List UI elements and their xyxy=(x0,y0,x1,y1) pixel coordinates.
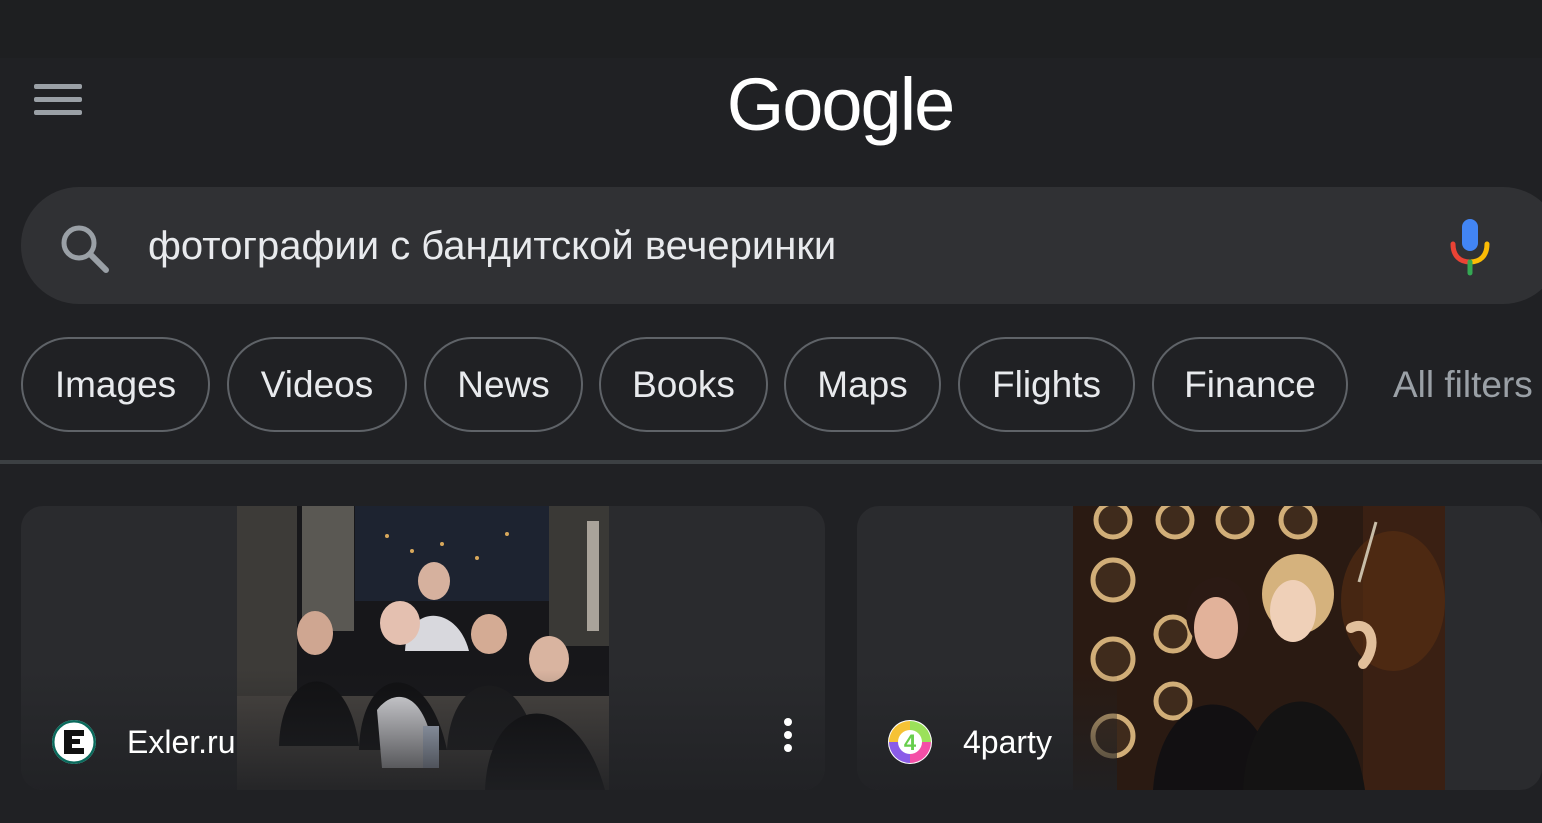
chip-flights[interactable]: Flights xyxy=(958,337,1135,432)
menu-icon[interactable] xyxy=(30,82,86,122)
menu-line xyxy=(34,97,82,102)
chip-finance[interactable]: Finance xyxy=(1152,337,1348,432)
result-image[interactable] xyxy=(1073,506,1445,790)
section-divider xyxy=(0,460,1542,464)
search-icon[interactable] xyxy=(58,222,112,276)
google-logo[interactable]: Google xyxy=(700,55,980,155)
filter-chips: Images Videos News Books Maps Flights Fi… xyxy=(21,337,1542,432)
image-result-card[interactable]: Exler.ru xyxy=(21,506,825,790)
menu-line xyxy=(34,84,82,89)
result-source[interactable]: 4party xyxy=(963,722,1052,762)
search-input[interactable]: фотографии с бандитской вечеринки xyxy=(148,218,836,274)
chip-maps[interactable]: Maps xyxy=(784,337,941,432)
more-options-icon[interactable] xyxy=(775,714,801,758)
chip-videos[interactable]: Videos xyxy=(227,337,407,432)
4party-favicon-icon: 4 xyxy=(888,720,932,764)
top-status-strip xyxy=(0,0,1542,58)
menu-line xyxy=(34,110,82,115)
all-filters-button[interactable]: All filters xyxy=(1393,337,1533,432)
result-source[interactable]: Exler.ru xyxy=(127,722,235,762)
svg-text:4: 4 xyxy=(904,730,917,755)
chip-books[interactable]: Books xyxy=(599,337,768,432)
image-result-card[interactable]: 4 4party xyxy=(857,506,1542,790)
google-mobile-results-page: Google фотографии с бандитской вечеринки… xyxy=(0,0,1542,823)
chip-images[interactable]: Images xyxy=(21,337,210,432)
flapper-women-image xyxy=(1073,506,1445,790)
chip-news[interactable]: News xyxy=(424,337,583,432)
exler-favicon-icon xyxy=(52,720,96,764)
microphone-icon[interactable] xyxy=(1448,217,1492,277)
